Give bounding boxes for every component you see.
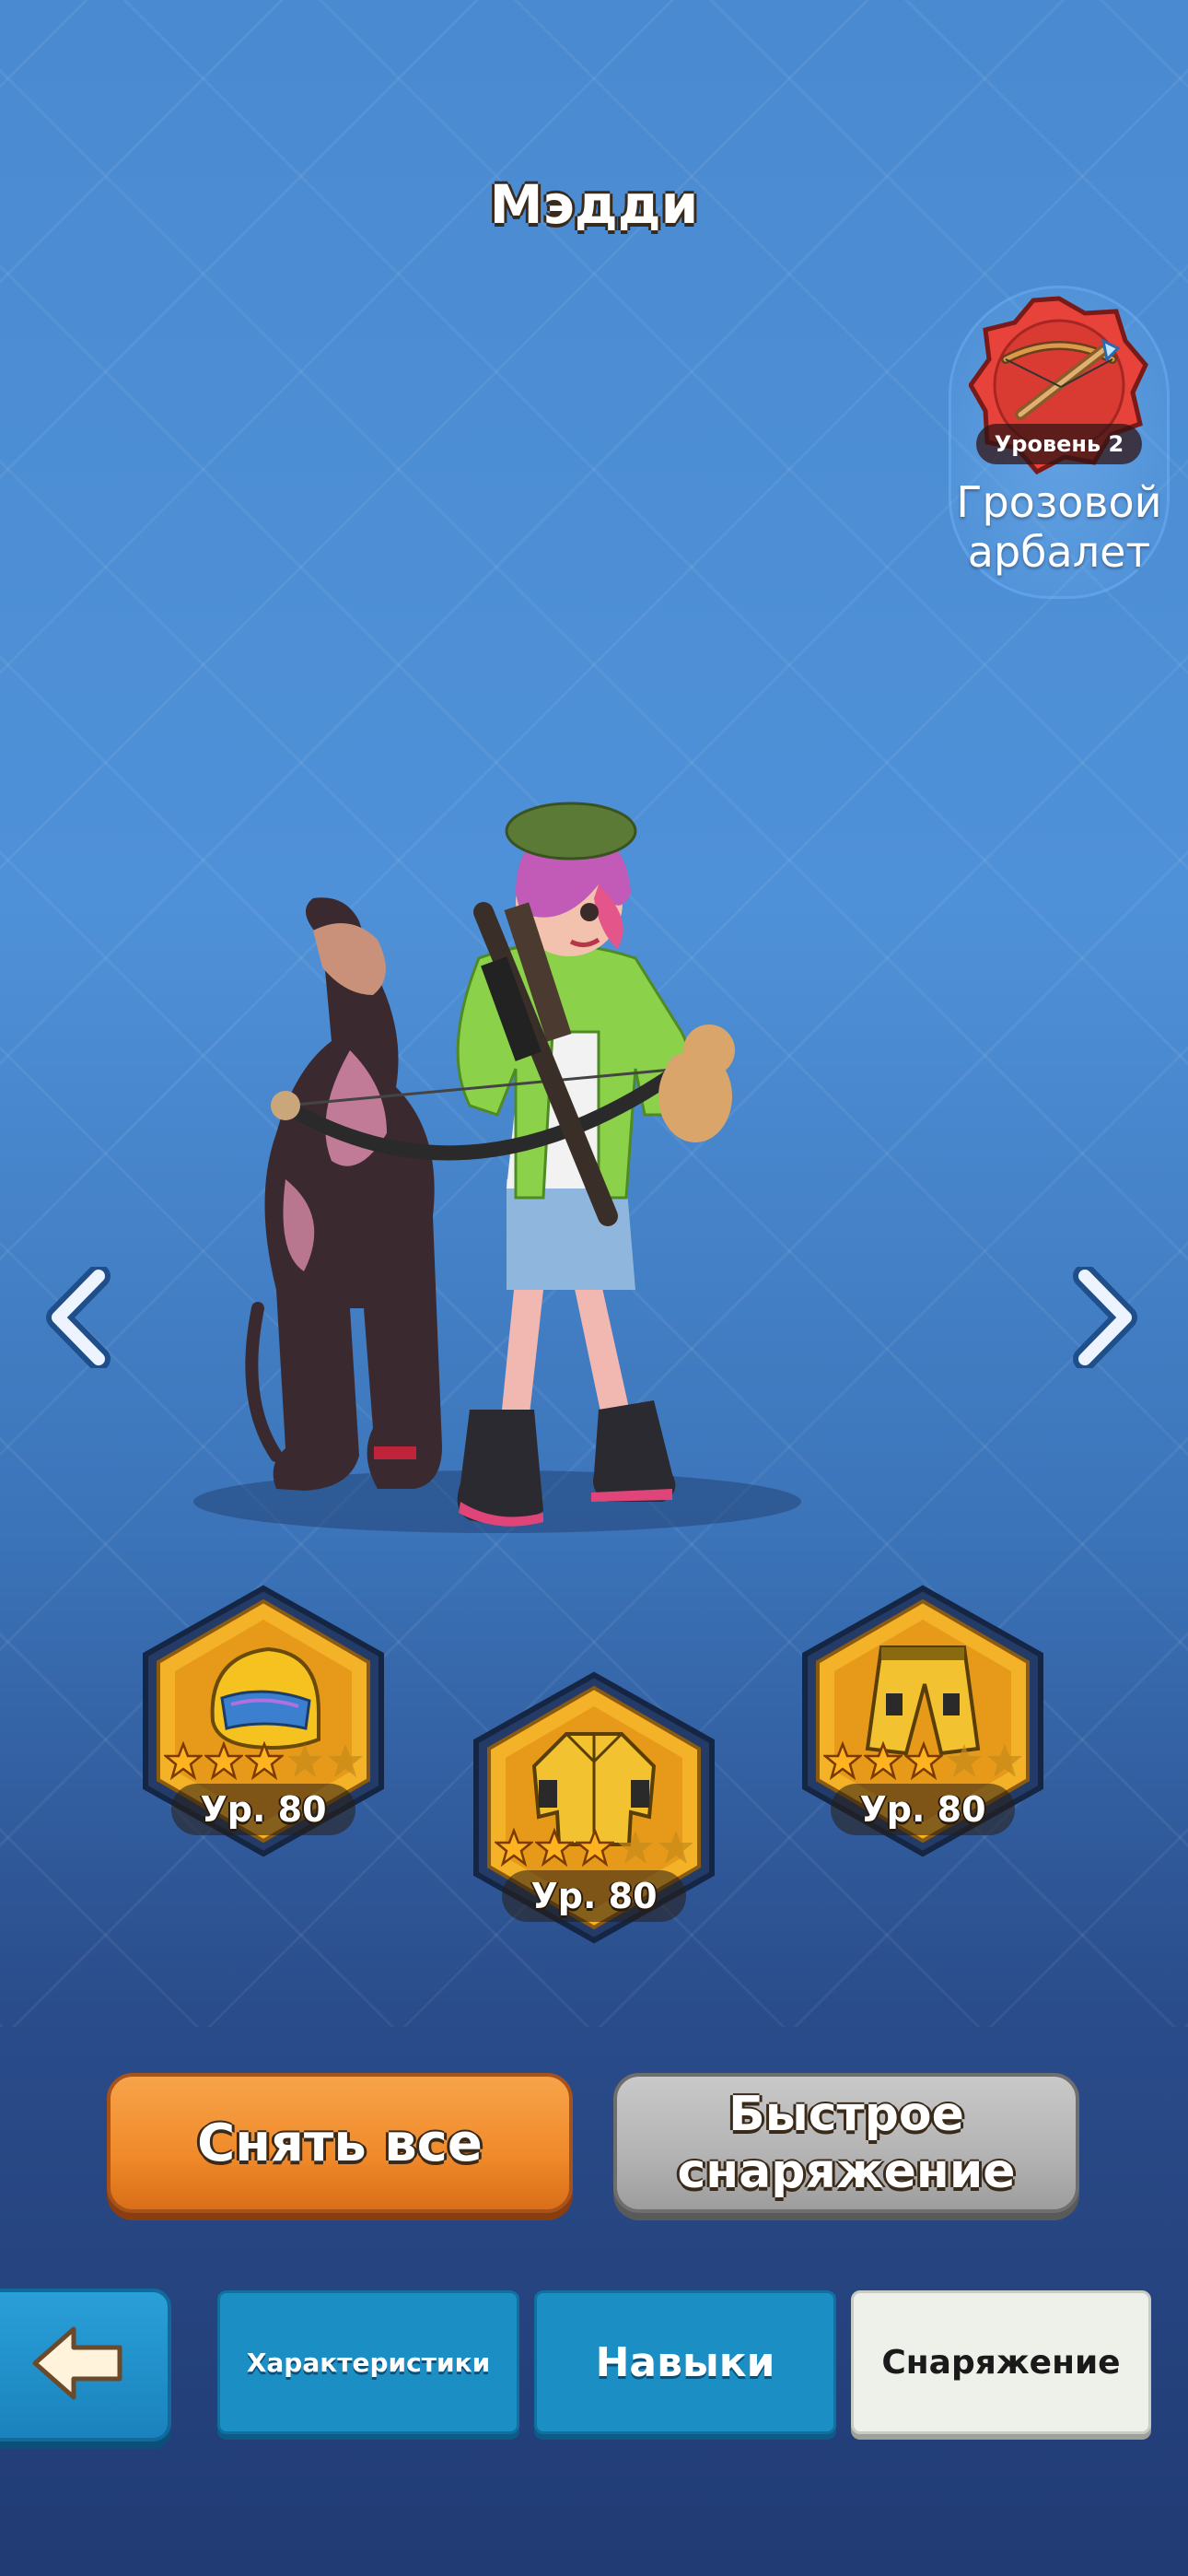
star-icon xyxy=(904,1741,943,1780)
slot-level-label: Ур. 80 xyxy=(831,1784,1015,1835)
tab-stats[interactable]: Характеристики xyxy=(217,2290,519,2434)
star-rating xyxy=(164,1741,365,1780)
character-name: Мэдди xyxy=(489,173,699,236)
weapon-name: Грозовой арбалет xyxy=(956,477,1162,577)
dog-companion xyxy=(245,897,442,1491)
gear-slot-helmet[interactable]: Ур. 80 xyxy=(134,1583,392,1859)
weapon-badge[interactable]: Уровень 2 Грозовой арбалет xyxy=(949,276,1170,608)
back-button[interactable] xyxy=(0,2289,171,2441)
character-illustration xyxy=(193,802,801,1533)
star-empty-icon xyxy=(328,1744,363,1777)
chevron-left-icon[interactable] xyxy=(41,1267,115,1368)
star-rating xyxy=(495,1828,695,1867)
unequip-all-button[interactable]: Снять все xyxy=(107,2073,573,2213)
quick-equip-button[interactable]: Быстрое снаряжение xyxy=(613,2073,1079,2213)
star-empty-icon xyxy=(618,1831,653,1864)
weapon-level-label: Уровень 2 xyxy=(976,424,1142,464)
star-empty-icon xyxy=(287,1744,322,1777)
slot-level-label: Ур. 80 xyxy=(171,1784,355,1835)
star-icon xyxy=(164,1741,203,1780)
star-icon xyxy=(204,1741,243,1780)
star-icon xyxy=(535,1828,574,1867)
star-empty-icon xyxy=(658,1831,693,1864)
slot-level-label: Ур. 80 xyxy=(502,1870,686,1922)
star-icon xyxy=(245,1741,284,1780)
tab-skills[interactable]: Навыки xyxy=(534,2290,836,2434)
gear-slot-jacket[interactable]: Ур. 80 xyxy=(465,1669,723,1946)
gear-slot-pants[interactable]: Ур. 80 xyxy=(794,1583,1052,1859)
star-icon xyxy=(823,1741,862,1780)
star-empty-icon xyxy=(947,1744,982,1777)
tab-gear[interactable]: Снаряжение xyxy=(851,2290,1151,2434)
star-empty-icon xyxy=(987,1744,1022,1777)
arrow-left-icon xyxy=(32,2326,122,2400)
star-icon xyxy=(864,1741,903,1780)
star-icon xyxy=(495,1828,533,1867)
chevron-right-icon[interactable] xyxy=(1068,1267,1142,1368)
star-icon xyxy=(576,1828,614,1867)
star-rating xyxy=(823,1741,1024,1780)
